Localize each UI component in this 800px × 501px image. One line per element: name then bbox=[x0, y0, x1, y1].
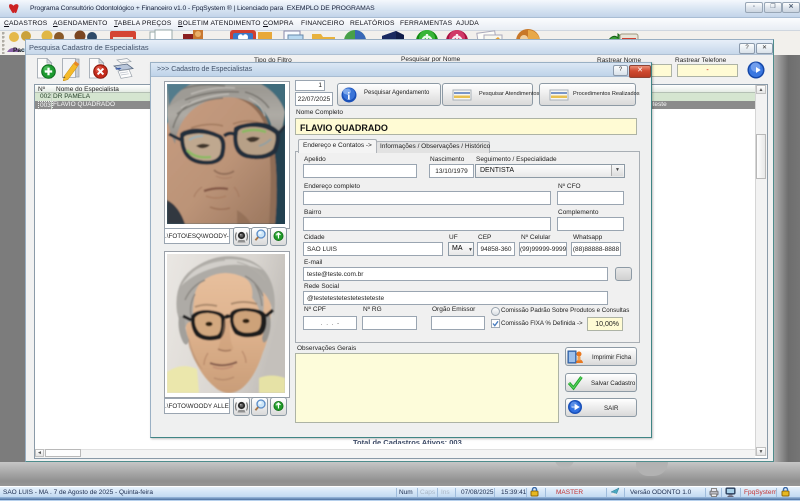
svg-text:i: i bbox=[347, 91, 350, 103]
